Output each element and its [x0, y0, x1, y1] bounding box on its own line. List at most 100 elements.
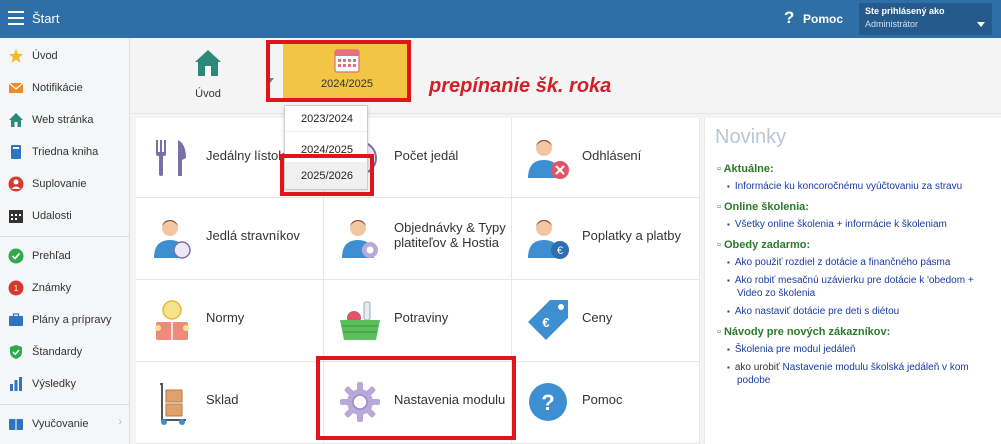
shield-icon [10, 345, 22, 359]
svg-text:€: € [557, 245, 563, 257]
tile-jedla-stravnikov[interactable]: Jedlá stravníkov [136, 198, 324, 280]
main-content: Úvod 2024/2025 prepínanie šk. roka Jedál… [131, 38, 1001, 444]
tile-pomoc[interactable]: ? Pomoc [512, 362, 700, 444]
tile-label: Jedálny lístok [206, 148, 285, 163]
chevron-down-icon [977, 22, 985, 27]
book-icon [9, 419, 23, 430]
news-link[interactable]: Ako nastaviť dotácie pre deti s diétou [735, 305, 991, 318]
tile-label: Poplatky a platby [582, 228, 682, 243]
sidebar-item-label: Notifikácie [32, 82, 83, 94]
news-link[interactable]: Ako použiť rozdiel z dotácie a finančnéh… [735, 256, 991, 269]
news-section: Online školenia: Všetky online školenia … [715, 201, 991, 231]
home-icon [195, 50, 221, 76]
tile-objednavky[interactable]: Objednávky & Typy platiteľov & Hostia [324, 198, 512, 280]
highlight-module-settings [316, 356, 516, 440]
tile-label: Ceny [582, 310, 613, 325]
sidebar-item-label: Vyučovanie [32, 418, 89, 430]
news-section-heading: Aktuálne: [717, 163, 991, 175]
news-link[interactable]: Ako robiť mesačnú uzávierku pre dotácie … [735, 274, 991, 300]
news-section: Aktuálne: Informácie ku koncoročnému vyú… [715, 163, 991, 193]
basket-icon [340, 301, 380, 340]
sidebar-item-suplovanie[interactable]: Suplovanie [0, 168, 130, 200]
sidebar-item-label: Prehľad [32, 250, 71, 262]
tile-potraviny[interactable]: Potraviny [324, 280, 512, 362]
toolbar-home-label: Úvod [195, 88, 221, 100]
tile-label: Pomoc [582, 392, 623, 407]
home-icon [9, 113, 23, 127]
calendar-icon [9, 210, 23, 223]
sidebar-item-label: Známky [32, 282, 72, 294]
sidebar-item-udalosti[interactable]: Udalosti [0, 200, 130, 232]
sidebar-item-label: Štandardy [32, 346, 83, 358]
sidebar-item-notifikacie[interactable]: Notifikácie [0, 72, 130, 104]
sidebar-item-label: Triedna kniha [32, 146, 99, 158]
sidebar-item-plany[interactable]: Plány a prípravy [0, 304, 130, 336]
help-link[interactable]: Pomoc [803, 12, 843, 26]
news-section-heading: Obedy zadarmo: [717, 239, 991, 251]
question-icon[interactable]: ? [784, 8, 794, 28]
logged-in-label: Ste prihlásený ako [865, 6, 945, 16]
sidebar-item-uvod[interactable]: Úvod [0, 40, 130, 72]
star-icon [9, 49, 23, 63]
cutlery-icon [156, 140, 186, 176]
news-section-heading: Návody pre nových zákazníkov: [717, 326, 991, 338]
sidebar-item-znamky[interactable]: 1 Známky [0, 272, 130, 304]
sidebar-item-label: Web stránka [32, 114, 94, 126]
sidebar-item-standardy[interactable]: Štandardy [0, 336, 130, 368]
reader-icon [155, 300, 189, 340]
bar-chart-icon [10, 377, 22, 391]
user-remove-icon [528, 140, 569, 179]
hamburger-menu-icon[interactable] [8, 11, 24, 25]
news-panel: Novinky Aktuálne: Informácie ku koncoroč… [704, 118, 1001, 444]
sidebar-item-vysledky[interactable]: Výsledky [0, 368, 130, 400]
tile-label: Počet jedál [394, 148, 459, 163]
tile-label: Normy [206, 310, 245, 325]
sidebar-item-label: Úvod [32, 50, 58, 62]
news-link[interactable]: Všetky online školenia + informácie k šk… [735, 218, 991, 231]
year-option[interactable]: 2023/2024 [285, 106, 367, 132]
price-tag-icon: € [528, 300, 568, 340]
tile-ceny[interactable]: € Ceny [512, 280, 700, 362]
sidebar-divider [0, 404, 130, 405]
grade-icon: 1 [8, 280, 24, 296]
tile-normy[interactable]: Normy [136, 280, 324, 362]
sidebar-item-vyucovanie[interactable]: Vyučovanie › [0, 408, 130, 440]
user-dropdown[interactable]: Ste prihlásený ako Administrátor [859, 3, 992, 35]
tile-label: Sklad [206, 392, 239, 407]
tile-label: Odhlásení [582, 148, 642, 163]
person-icon [8, 176, 24, 192]
help-circle-icon: ? [529, 383, 567, 421]
news-link[interactable]: Školenia pre modul jedáleň [735, 343, 991, 356]
sidebar-item-label: Výsledky [32, 378, 77, 390]
svg-text:€: € [542, 315, 549, 330]
sidebar-item-label: Udalosti [32, 210, 72, 222]
tile-label: Objednávky & Typy platiteľov & Hostia [394, 220, 506, 250]
sidebar-item-web-stranka[interactable]: Web stránka [0, 104, 130, 136]
news-link[interactable]: Informácie ku koncoročnému vyúčtovaniu z… [735, 180, 991, 193]
sidebar-item-prehlad[interactable]: Prehľad [0, 240, 130, 272]
sidebar-item-triedna-kniha[interactable]: Triedna kniha [0, 136, 130, 168]
svg-text:1: 1 [14, 284, 19, 293]
toolbar: Úvod 2024/2025 prepínanie šk. roka [131, 38, 1001, 114]
toolbar-home-button[interactable]: Úvod [173, 48, 243, 108]
user-gear-icon [342, 220, 378, 258]
book-icon [11, 145, 21, 159]
news-section-heading: Online školenia: [717, 201, 991, 213]
sidebar-item-label: Suplovanie [32, 178, 87, 190]
news-section: Návody pre nových zákazníkov: Školenia p… [715, 326, 991, 387]
app-title: Štart [32, 11, 60, 26]
top-bar: Štart ? Pomoc Ste prihlásený ako Adminis… [0, 0, 1001, 38]
svg-text:?: ? [541, 390, 554, 415]
tile-poplatky-platby[interactable]: € Poplatky a platby [512, 198, 700, 280]
sidebar: Úvod Notifikácie Web stránka Triedna kni… [0, 38, 130, 444]
user-euro-icon: € [528, 220, 569, 259]
tile-odhlaseni[interactable]: Odhlásení [512, 118, 700, 198]
check-icon [8, 248, 24, 264]
annotation-text: prepínanie šk. roka [429, 75, 612, 97]
user-meal-icon [154, 220, 191, 259]
sidebar-divider [0, 236, 130, 237]
news-link-prefix: ako urobiť [734, 362, 783, 373]
tile-sklad[interactable]: Sklad [136, 362, 324, 444]
highlight-year-switcher [266, 40, 411, 102]
hand-truck-icon [160, 383, 186, 425]
